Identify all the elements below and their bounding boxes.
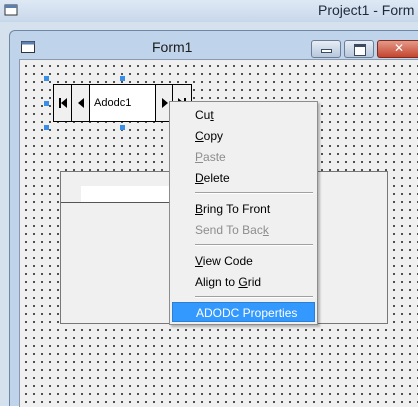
menu-item-cut[interactable]: Cut — [172, 105, 315, 125]
menu-item-paste: Paste — [195, 150, 226, 164]
move-first-button[interactable] — [54, 85, 72, 121]
maximize-button[interactable] — [344, 40, 374, 58]
menu-item-send-to-back: Send To Back — [195, 223, 269, 237]
menu-separator — [195, 192, 313, 194]
form-title: Form1 — [152, 39, 193, 55]
ide-window-title: Project1 - Form — [318, 2, 415, 18]
menu-item-delete[interactable]: Delete — [172, 168, 315, 188]
selection-handle-s[interactable] — [120, 125, 125, 130]
menu-item-align-to-grid[interactable]: Align to Grid — [172, 272, 315, 292]
context-menu: Cut Copy Paste Delete Bring To Front Sen… — [169, 101, 318, 325]
move-previous-button[interactable] — [72, 85, 90, 121]
selection-handle-w[interactable] — [44, 101, 49, 106]
selection-handle-n[interactable] — [120, 76, 125, 81]
adodc-caption: Adodc1 — [94, 97, 132, 109]
menu-separator — [195, 296, 313, 298]
menu-item-bring-to-front[interactable]: Bring To Front — [172, 199, 315, 219]
close-button[interactable] — [377, 40, 418, 58]
selection-handle-nw[interactable] — [44, 76, 49, 81]
move-first-icon — [59, 98, 67, 108]
menu-separator — [195, 244, 313, 246]
minimize-button[interactable] — [311, 40, 341, 58]
menu-item-view-code[interactable]: View Code — [172, 251, 315, 271]
window-icon — [4, 4, 18, 16]
grid-column-header[interactable] — [81, 172, 172, 187]
menu-item-copy[interactable]: Copy — [172, 126, 315, 146]
form-title-bar[interactable]: Form1 — [10, 31, 418, 59]
grid-corner — [61, 172, 82, 187]
form-icon — [21, 41, 35, 53]
selection-handle-sw[interactable] — [44, 125, 49, 130]
ide-title-bar: Project1 - Form — [0, 0, 418, 23]
grid-cell[interactable] — [81, 186, 172, 203]
grid-row-selector[interactable] — [61, 186, 82, 203]
menu-item-adodc-properties[interactable]: ADODC Properties — [172, 302, 315, 322]
move-previous-icon — [78, 98, 84, 108]
